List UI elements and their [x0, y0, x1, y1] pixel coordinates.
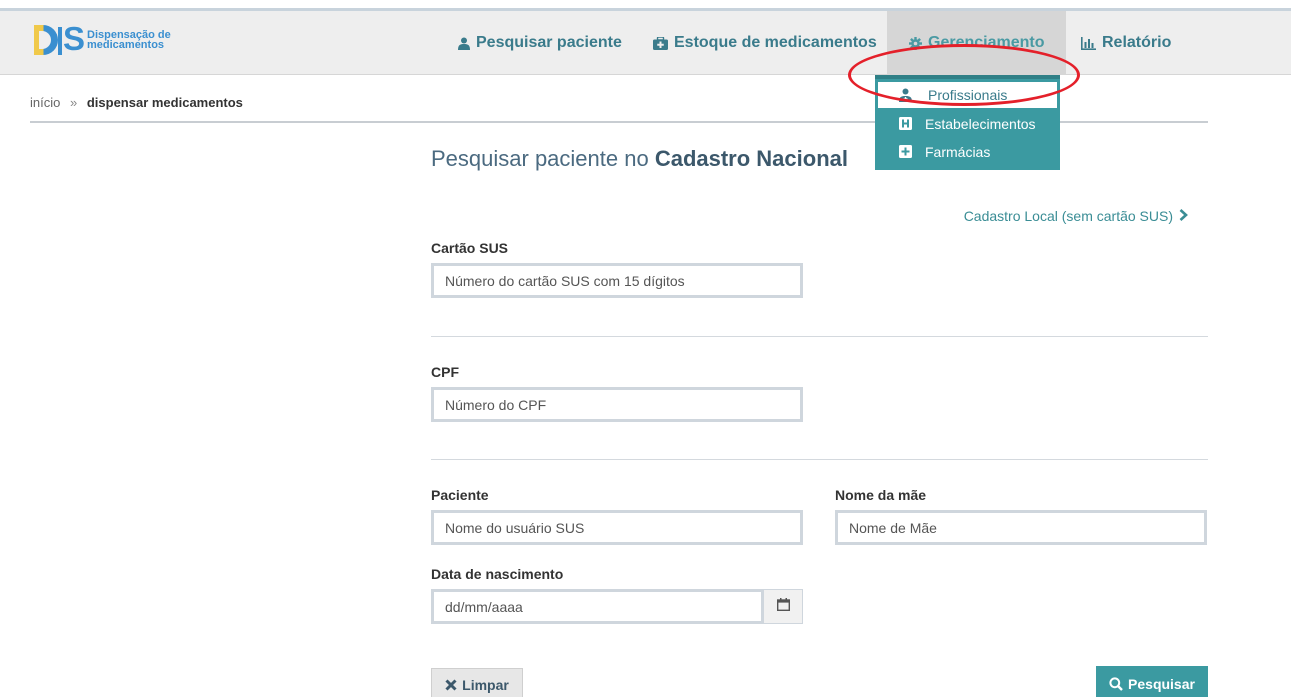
- nav-item-pesquisar-paciente[interactable]: Pesquisar paciente: [458, 11, 622, 75]
- logo-text-line2: medicamentos: [87, 39, 165, 51]
- chevron-right-icon: [1179, 208, 1188, 224]
- page-title-prefix: Pesquisar paciente no: [431, 146, 655, 171]
- cadastro-local-link[interactable]: Cadastro Local (sem cartão SUS): [964, 208, 1188, 224]
- nav-item-estoque[interactable]: Estoque de medicamentos: [653, 11, 877, 75]
- breadcrumb-current: dispensar medicamentos: [86, 95, 243, 110]
- logo-text: Dispensação de medicamentos: [87, 30, 171, 51]
- breadcrumb-home-link[interactable]: início: [30, 95, 60, 110]
- paciente-label: Paciente: [431, 487, 489, 503]
- dropdown-item-estabelecimentos[interactable]: Estabelecimentos: [875, 111, 1060, 137]
- data-nascimento-label: Data de nascimento: [431, 566, 564, 582]
- section-divider: [431, 336, 1208, 337]
- limpar-button[interactable]: Limpar: [431, 668, 523, 697]
- page-title: Pesquisar paciente no Cadastro Nacional: [431, 146, 848, 172]
- dropdown-item-label: Estabelecimentos: [925, 116, 1036, 132]
- cartao-sus-input[interactable]: Número do cartão SUS com 15 dígitos: [431, 263, 803, 298]
- dis-logo-icon: S: [34, 20, 85, 57]
- nav-label: Estoque de medicamentos: [674, 34, 877, 51]
- search-icon: [1109, 677, 1123, 691]
- close-icon: [445, 679, 457, 691]
- cadastro-local-link-text: Cadastro Local (sem cartão SUS): [963, 208, 1173, 224]
- data-nascimento-input[interactable]: dd/mm/aaaa: [431, 589, 764, 624]
- nome-mae-input[interactable]: Nome de Mãe: [835, 510, 1207, 545]
- calendar-button[interactable]: [763, 589, 803, 624]
- app-logo[interactable]: S Dispensação de medicamentos: [34, 20, 171, 57]
- pesquisar-button[interactable]: Pesquisar: [1096, 666, 1208, 697]
- page-title-bold: Cadastro Nacional: [654, 146, 848, 171]
- nome-mae-label: Nome da mãe: [835, 487, 927, 503]
- section-divider: [431, 459, 1208, 460]
- paciente-input[interactable]: Nome do usuário SUS: [431, 510, 803, 545]
- dropdown-item-farmacias[interactable]: Farmácias: [875, 139, 1060, 165]
- plus-square-icon: [899, 145, 912, 161]
- dropdown-item-label: Farmácias: [925, 144, 991, 160]
- briefcase-medical-icon: [653, 36, 668, 50]
- red-highlight-annotation: [848, 44, 1080, 106]
- cartao-sus-label: Cartão SUS: [431, 240, 509, 256]
- cpf-input[interactable]: Número do CPF: [431, 387, 803, 422]
- calendar-icon: [776, 597, 790, 616]
- nav-item-relatorio[interactable]: Relatório: [1081, 11, 1171, 75]
- bar-chart-icon: [1081, 36, 1096, 50]
- pesquisar-button-label: Pesquisar: [1128, 676, 1195, 692]
- hospital-h-icon: [899, 117, 912, 133]
- limpar-button-label: Limpar: [462, 677, 509, 693]
- nav-label: Relatório: [1102, 34, 1172, 51]
- user-icon: [458, 37, 470, 50]
- breadcrumb-separator: »: [69, 95, 78, 110]
- breadcrumb: início » dispensar medicamentos: [30, 95, 243, 110]
- cpf-label: CPF: [431, 364, 459, 380]
- nav-label: Pesquisar paciente: [476, 34, 622, 51]
